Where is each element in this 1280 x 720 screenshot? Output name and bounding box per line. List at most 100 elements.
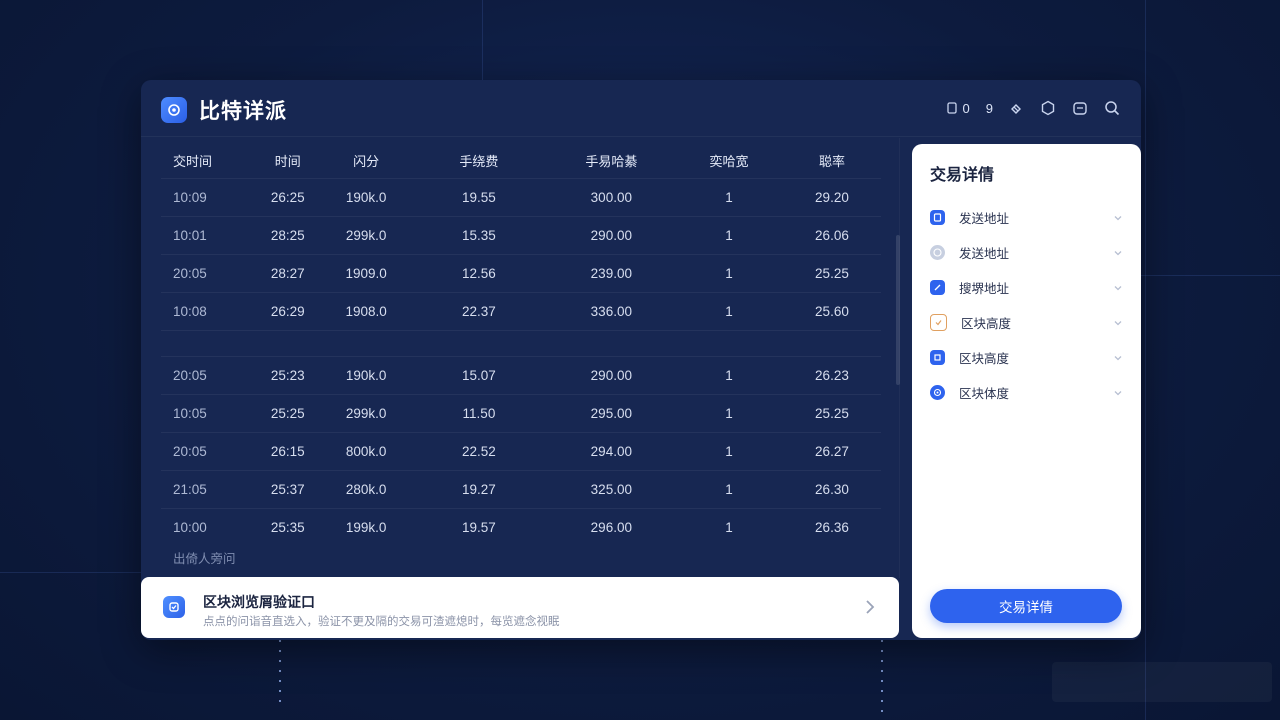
table-cell: 21:05 [173,482,207,497]
block-icon [930,350,945,365]
table-cell: 15.07 [462,368,496,383]
details-list-item[interactable]: 搜堺地址 [930,270,1124,305]
table-cell: 25:23 [270,368,305,383]
details-list-item[interactable]: 区块高度 [930,340,1124,375]
table-cell: 296.00 [590,520,632,535]
table-cell: 1 [725,228,733,243]
table-cell: 19.57 [462,520,496,535]
table-cell: 26:25 [270,190,305,205]
table-cell: 1909.0 [345,266,387,281]
table-row[interactable]: 10:09 26:25 190k.0 19.55 300.00 1 29.20 [161,178,881,216]
chevron-down-icon [1114,390,1122,395]
table-cell: 26:15 [270,444,305,459]
table-cell: 239.00 [590,266,632,281]
table-row[interactable]: 10:05 25:25 299k.0 11.50 295.00 1 25.25 [161,394,881,432]
column-header[interactable]: 时间 [253,151,322,170]
table-row[interactable]: 20:05 25:23 190k.0 15.07 290.00 1 26.23 [161,356,881,394]
document-icon [930,210,945,225]
transactions-table: 交时间 时间 闪分 手绕费 手易哈綦 奕哈宽 聪率 10:09 26:25 190k… [161,142,881,546]
table-cell: 1 [725,406,733,421]
table-cell: 20:05 [173,368,207,383]
panel-title: 交易详倩 [930,167,995,184]
details-list-item[interactable]: 区块体度 [930,375,1124,410]
table-cell: 325.00 [590,482,632,497]
banner-title: 区块浏览屑验证口 [203,594,315,610]
details-list-item[interactable]: 发送地址 [930,200,1124,235]
column-header[interactable]: 闪分 [322,151,410,170]
column-header[interactable]: 聪率 [783,151,881,170]
chevron-down-icon [1114,285,1122,290]
table-cell: 20:05 [173,444,207,459]
table-cell: 29.20 [815,190,849,205]
transaction-details-panel: 交易详倩 发送地址 发送地址 搜堺地址 区块高度 区块高度 区块体度 交易详倩 [912,144,1141,638]
toolbar-counter[interactable]: 0 9 [946,100,993,116]
link-icon[interactable] [1007,99,1025,117]
table-cell: 26.30 [815,482,849,497]
table-cell: 1 [725,368,733,383]
table-cell: 25:37 [270,482,305,497]
globe-icon [930,245,945,260]
chevron-right-icon [866,600,875,614]
table-cell: 294.00 [590,444,632,459]
column-header[interactable]: 奕哈宽 [675,151,783,170]
bg-dotted-line [881,640,883,720]
bg-dotted-line [279,640,281,710]
table-cell: 28:27 [270,266,305,281]
table-row[interactable]: 20:05 26:15 800k.0 22.52 294.00 1 26.27 [161,432,881,470]
table-cell: 28:25 [270,228,305,243]
bg-gridline-vertical [1145,0,1146,720]
check-box-icon [930,314,947,331]
table-cell: 10:05 [173,406,207,421]
table-cell: 11.50 [462,406,496,421]
block-explorer-banner[interactable]: 区块浏览屑验证口 点点的问诣音直选入，验证不更及隔的交易可渣遮熄时，每览遮念视眠 [141,577,899,638]
table-cell: 1 [725,482,733,497]
column-header[interactable]: 交时间 [161,151,253,170]
transaction-details-button[interactable]: 交易详倩 [930,589,1122,623]
table-row[interactable]: 10:01 28:25 299k.0 15.35 290.00 1 26.06 [161,216,881,254]
column-header[interactable]: 手易哈綦 [548,151,675,170]
table-row[interactable]: 10:08 26:29 1908.0 22.37 336.00 1 25.60 [161,292,881,330]
table-header: 交时间 时间 闪分 手绕费 手易哈綦 奕哈宽 聪率 [161,142,881,178]
column-header[interactable]: 手绕费 [410,151,547,170]
table-row-spacer [161,330,881,356]
table-cell: 290.00 [590,368,632,383]
watermark [1052,662,1272,702]
table-cell: 25.25 [815,406,849,421]
target-icon [930,385,945,400]
table-cell: 190k.0 [345,190,387,205]
hexagon-icon[interactable] [1039,99,1057,117]
table-cell: 19.55 [462,190,496,205]
table-cell: 300.00 [590,190,632,205]
details-list-item-label: 区块高度 [961,317,1012,331]
bg-gridline-horizontal [1141,275,1280,276]
table-cell: 295.00 [590,406,632,421]
details-list-item-label: 区块高度 [959,352,1010,366]
table-cell: 26.06 [815,228,849,243]
bg-gridline-vertical [482,0,483,80]
details-list-item[interactable]: 区块高度 [930,305,1124,340]
table-cell: 1 [725,190,733,205]
table-cell: 26.23 [815,368,849,383]
table-cell: 19.27 [462,482,496,497]
table-row[interactable]: 20:05 28:27 1909.0 12.56 239.00 1 25.25 [161,254,881,292]
toolbar-counter-b: 9 [985,100,993,116]
table-cell: 1 [725,520,733,535]
table-scrollbar[interactable] [896,235,900,385]
details-list-item[interactable]: 发送地址 [930,235,1124,270]
document-icon [946,102,957,114]
table-cell: 26.27 [815,444,849,459]
table-cell: 10:09 [173,190,207,205]
table-cell: 800k.0 [345,444,387,459]
table-cell: 336.00 [590,304,632,319]
table-row[interactable]: 21:05 25:37 280k.0 19.27 325.00 1 26.30 [161,470,881,508]
app-title: 比特详派 [199,100,287,123]
table-cell: 1 [725,304,733,319]
table-cell: 1 [725,266,733,281]
wallet-icon[interactable] [1071,99,1089,117]
app-logo-icon [161,97,187,123]
table-row[interactable]: 10:00 25:35 199k.0 19.57 296.00 1 26.36 [161,508,881,546]
table-footer-text[interactable]: 出倚人旁问 [173,548,236,567]
search-icon[interactable] [1103,99,1121,117]
chevron-down-icon [1114,355,1122,360]
banner-subtitle: 点点的问诣音直选入，验证不更及隔的交易可渣遮熄时，每览遮念视眠 [203,616,560,628]
